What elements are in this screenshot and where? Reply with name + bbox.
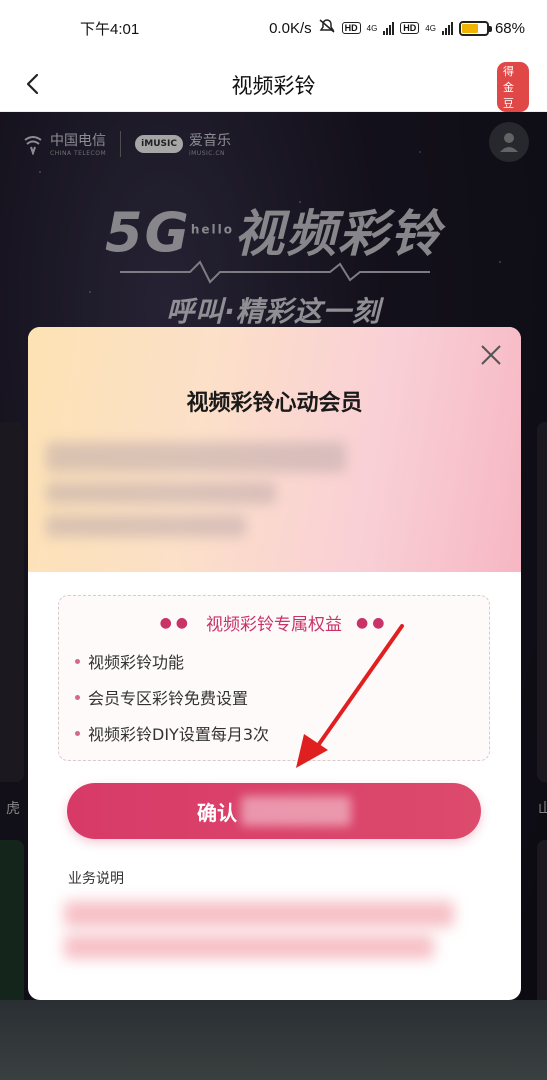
hd-icon-2: HD <box>400 22 420 34</box>
confirm-label: 确认 <box>197 800 237 825</box>
description-label: 业务说明 <box>68 871 124 887</box>
blurred-price-line-1 <box>46 442 346 472</box>
modal-title: 视频彩铃心动会员 <box>186 391 363 416</box>
signal-icon-2 <box>441 21 453 35</box>
status-time: 下午4:01 <box>80 20 140 38</box>
blurred-price-line-3 <box>46 515 246 537</box>
status-icons: 0.0K/s HD 4G HD 4G 68% <box>269 18 525 38</box>
hd-icon: HD <box>341 22 361 34</box>
battery-fill <box>461 23 479 33</box>
blurred-description-line-1 <box>64 901 454 927</box>
blurred-confirm-price <box>241 796 351 826</box>
network-type-1: 4G <box>366 23 378 33</box>
dots-left-icon: ●● <box>159 614 192 631</box>
bullet-icon <box>75 694 80 700</box>
network-type-2: 4G <box>425 23 436 33</box>
page-title: 视频彩铃 <box>231 74 316 98</box>
network-speed: 0.0K/s <box>269 19 312 37</box>
benefit-list: 视频彩铃功能 会员专区彩铃免费设置 视频彩铃DIY设置每月3次 <box>75 649 473 745</box>
membership-modal: 视频彩铃心动会员 ●● 视频彩铃专属权益 ●● 视频彩铃功能 会员专区彩铃免费设… <box>28 327 521 1000</box>
share-button[interactable]: 得金豆 <box>497 62 533 112</box>
bullet-icon <box>75 658 80 664</box>
mute-icon <box>318 18 336 38</box>
coin-badge[interactable]: 得金豆 <box>497 62 529 112</box>
nav-bar: 视频彩铃 得金豆 <box>0 56 547 112</box>
benefit-item: 视频彩铃功能 <box>75 649 473 673</box>
status-bar: 下午4:01 0.0K/s HD 4G HD 4G 68% <box>0 0 547 56</box>
benefit-heading: ●● 视频彩铃专属权益 ●● <box>75 610 473 636</box>
blurred-description-line-2 <box>64 935 434 959</box>
close-button[interactable] <box>473 337 509 373</box>
blurred-price-line-2 <box>46 482 276 504</box>
battery-text: 68% <box>494 19 525 37</box>
annotation-arrow-icon <box>296 624 404 768</box>
signal-icon-1 <box>383 21 395 35</box>
battery-icon <box>458 20 492 36</box>
bottom-strip <box>0 1000 547 1080</box>
close-icon <box>481 345 501 365</box>
benefit-box: ●● 视频彩铃专属权益 ●● 视频彩铃功能 会员专区彩铃免费设置 视频彩铃DIY… <box>58 595 490 761</box>
benefit-item: 视频彩铃DIY设置每月3次 <box>75 721 473 745</box>
confirm-button[interactable]: 确认 <box>67 783 481 839</box>
benefit-item: 会员专区彩铃免费设置 <box>75 685 473 709</box>
bullet-icon <box>75 730 80 736</box>
